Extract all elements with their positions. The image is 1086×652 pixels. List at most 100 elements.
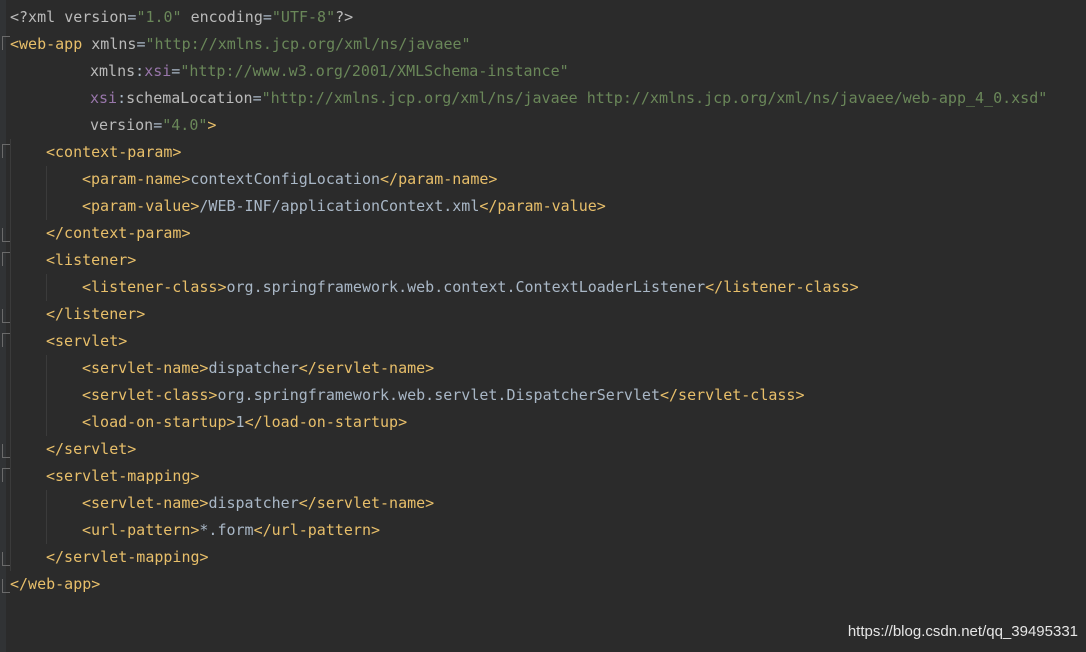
close-tag: </servlet-class> bbox=[659, 386, 805, 404]
element-text: dispatcher bbox=[208, 494, 299, 512]
indent-guide bbox=[10, 382, 11, 409]
code-text: </servlet> bbox=[46, 436, 136, 463]
indent-guide bbox=[10, 193, 11, 220]
attr-eq: = bbox=[171, 62, 181, 80]
fold-close-icon[interactable] bbox=[2, 552, 10, 566]
schema-attribute: xsi:schemaLocation="http://xmlns.jcp.org… bbox=[90, 85, 1047, 112]
indent-guide bbox=[46, 193, 47, 220]
code-text: </servlet-mapping> bbox=[46, 544, 209, 571]
open-tag: <servlet-class> bbox=[82, 386, 218, 404]
element-text: *.form bbox=[199, 521, 254, 539]
element-text: contextConfigLocation bbox=[190, 170, 381, 188]
element-text: dispatcher bbox=[208, 359, 299, 377]
close-tag: </param-value> bbox=[479, 197, 606, 215]
open-tag: <listener-class> bbox=[82, 278, 227, 296]
attr-value: "http://xmlns.jcp.org/xml/ns/javaee" bbox=[145, 35, 471, 53]
code-line: </context-param> bbox=[0, 220, 1086, 247]
code-line: <context-param> bbox=[0, 139, 1086, 166]
code-line: <servlet-mapping> bbox=[0, 463, 1086, 490]
code-line: <servlet-name>dispatcher</servlet-name> bbox=[0, 355, 1086, 382]
indent-guide bbox=[46, 517, 47, 544]
prolog-val-version: "1.0" bbox=[136, 8, 182, 26]
element-text: org.springframework.web.servlet.Dispatch… bbox=[217, 386, 660, 404]
prolog-close: ?> bbox=[335, 8, 354, 26]
open-tag: <listener> bbox=[46, 251, 137, 269]
fold-open-icon[interactable] bbox=[2, 252, 10, 266]
fold-open-icon[interactable] bbox=[2, 144, 10, 158]
code-line: <listener-class>org.springframework.web.… bbox=[0, 274, 1086, 301]
code-text: <load-on-startup>1</load-on-startup> bbox=[82, 409, 407, 436]
attr-value: "http://www.w3.org/2001/XMLSchema-instan… bbox=[180, 62, 569, 80]
indent-guide bbox=[10, 247, 11, 274]
open-tag: </servlet> bbox=[46, 440, 137, 458]
open-tag: <param-name> bbox=[82, 170, 191, 188]
indent-guide bbox=[10, 274, 11, 301]
indent-guide bbox=[10, 301, 11, 328]
indent-guide bbox=[10, 355, 11, 382]
open-tag: <context-param> bbox=[46, 143, 182, 161]
close-tag: </servlet-name> bbox=[298, 494, 435, 512]
code-text: <listener-class>org.springframework.web.… bbox=[82, 274, 859, 301]
xml-prolog: <?xml version="1.0" encoding="UTF-8"?> bbox=[10, 4, 353, 31]
element-text: /WEB-INF/applicationContext.xml bbox=[199, 197, 480, 215]
code-line-prolog: <?xml version="1.0" encoding="UTF-8"?> bbox=[0, 4, 1086, 31]
tag-name: web-app bbox=[19, 35, 83, 53]
close-tag: </param-name> bbox=[380, 170, 498, 188]
indent-guide bbox=[10, 436, 11, 463]
code-line: <listener> bbox=[0, 247, 1086, 274]
code-text: <servlet-name>dispatcher</servlet-name> bbox=[82, 490, 434, 517]
fold-close-icon[interactable] bbox=[2, 228, 10, 242]
code-text: <servlet-name>dispatcher</servlet-name> bbox=[82, 355, 434, 382]
open-tag: <servlet-mapping> bbox=[46, 467, 200, 485]
code-text: </web-app> bbox=[10, 571, 100, 598]
open-tag: <load-on-startup> bbox=[82, 413, 236, 431]
fold-open-icon[interactable] bbox=[2, 36, 10, 50]
code-area[interactable]: <?xml version="1.0" encoding="UTF-8"?> <… bbox=[0, 4, 1086, 598]
code-text: <context-param> bbox=[46, 139, 181, 166]
indent-guide bbox=[10, 220, 11, 247]
tag-bracket: > bbox=[207, 116, 217, 134]
element-text: 1 bbox=[235, 413, 245, 431]
fold-open-icon[interactable] bbox=[2, 468, 10, 482]
indent-guide bbox=[10, 517, 11, 544]
code-line: <param-name>contextConfigLocation</param… bbox=[0, 166, 1086, 193]
code-line: </listener> bbox=[0, 301, 1086, 328]
code-text: <servlet-mapping> bbox=[46, 463, 200, 490]
code-line-xsi: xmlns:xsi="http://www.w3.org/2001/XMLSch… bbox=[0, 58, 1086, 85]
indent-guide bbox=[10, 166, 11, 193]
code-line: <servlet-class>org.springframework.web.s… bbox=[0, 382, 1086, 409]
attr-colon: : bbox=[135, 62, 145, 80]
indent-guide bbox=[46, 490, 47, 517]
open-tag: <servlet> bbox=[46, 332, 128, 350]
attr-colon: : bbox=[117, 89, 127, 107]
watermark-text: https://blog.csdn.net/qq_39495331 bbox=[847, 623, 1078, 640]
attr-eq: = bbox=[252, 89, 262, 107]
attr-namespace: xsi bbox=[144, 62, 172, 80]
code-text: <servlet-class>org.springframework.web.s… bbox=[82, 382, 804, 409]
tag-bracket: < bbox=[10, 35, 20, 53]
code-text: </listener> bbox=[46, 301, 145, 328]
code-text: </context-param> bbox=[46, 220, 191, 247]
close-tag: </listener-class> bbox=[705, 278, 859, 296]
indent-guide bbox=[10, 409, 11, 436]
code-line: <servlet> bbox=[0, 328, 1086, 355]
code-text: <param-value>/WEB-INF/applicationContext… bbox=[82, 193, 606, 220]
code-line-schema: xsi:schemaLocation="http://xmlns.jcp.org… bbox=[0, 85, 1086, 112]
fold-close-icon[interactable] bbox=[2, 309, 10, 323]
fold-open-icon[interactable] bbox=[2, 333, 10, 347]
prolog-eq: = bbox=[262, 8, 272, 26]
open-tag: </listener> bbox=[46, 305, 146, 323]
indent-guide bbox=[46, 382, 47, 409]
fold-close-icon[interactable] bbox=[2, 444, 10, 458]
fold-close-icon[interactable] bbox=[2, 579, 10, 593]
code-line: <servlet-name>dispatcher</servlet-name> bbox=[0, 490, 1086, 517]
close-tag: </load-on-startup> bbox=[244, 413, 408, 431]
attr-name: xmlns bbox=[82, 35, 137, 53]
code-text: <url-pattern>*.form</url-pattern> bbox=[82, 517, 380, 544]
attr-name: schemaLocation bbox=[126, 89, 253, 107]
close-tag: </servlet-name> bbox=[298, 359, 435, 377]
root-open-tag: <web-app xmlns="http://xmlns.jcp.org/xml… bbox=[10, 31, 471, 58]
indent-guide bbox=[46, 409, 47, 436]
indent-guide bbox=[10, 490, 11, 517]
code-editor[interactable]: <?xml version="1.0" encoding="UTF-8"?> <… bbox=[0, 0, 1086, 652]
